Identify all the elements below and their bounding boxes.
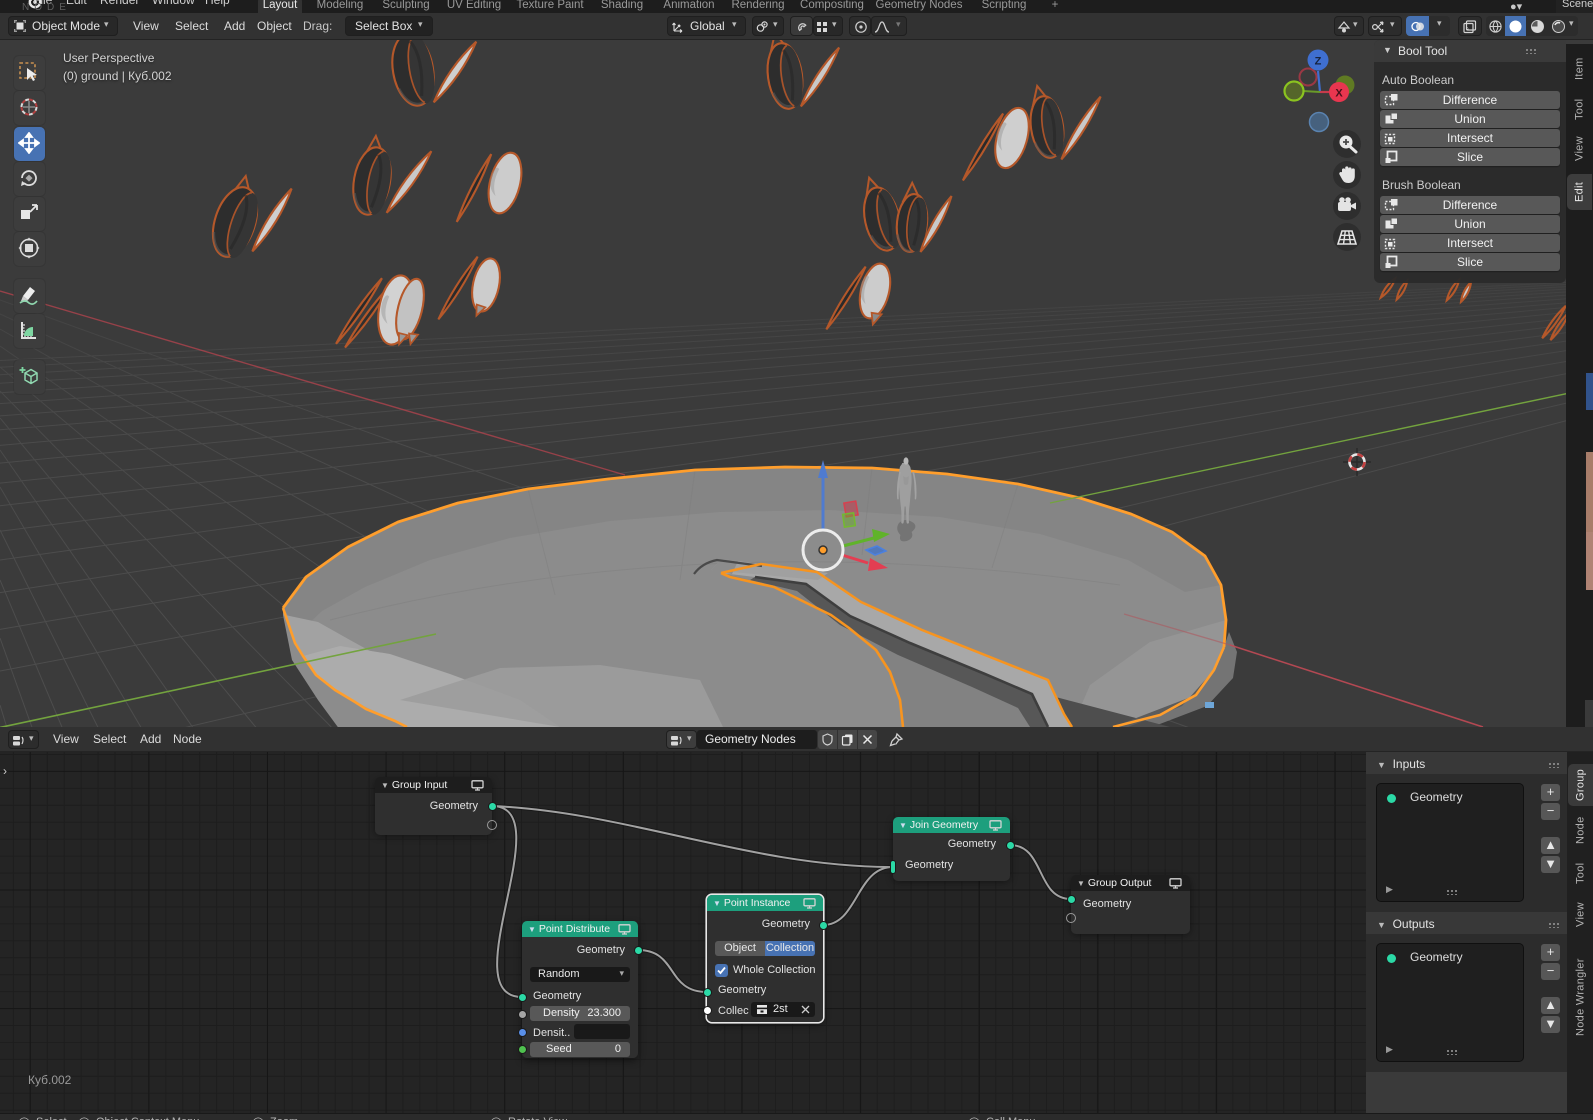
svg-text:Z: Z xyxy=(1315,56,1322,68)
svg-text:X: X xyxy=(1335,88,1343,100)
